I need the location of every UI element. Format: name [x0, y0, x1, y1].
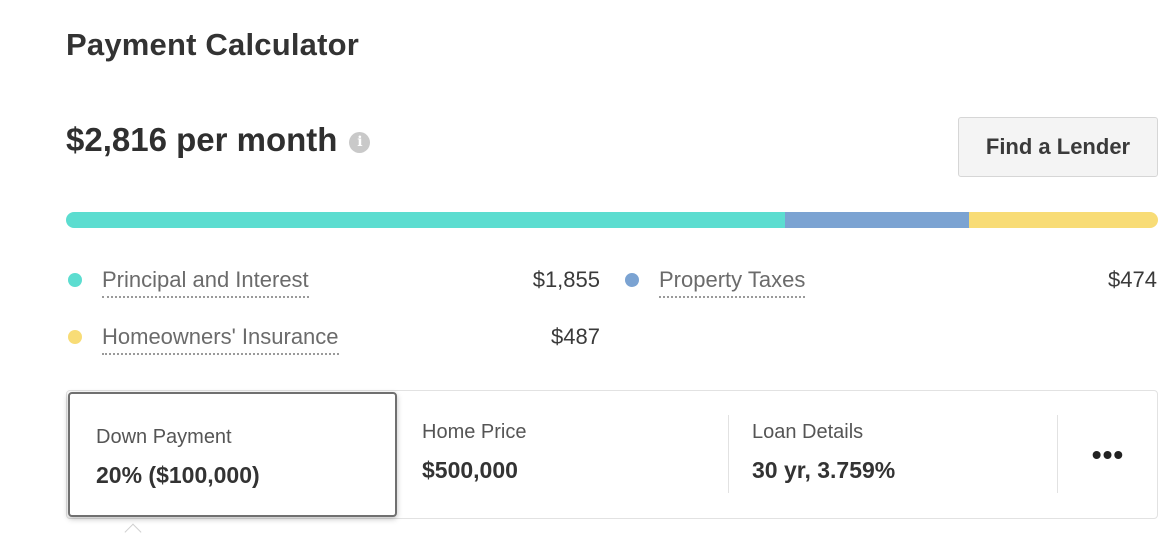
principal-interest-dot — [68, 273, 82, 287]
homeowners-insurance-amount: $487 — [551, 324, 600, 349]
loan-details-value: 30 yr, 3.759% — [752, 457, 896, 483]
monthly-payment-amount: $2,816 per month — [66, 121, 338, 158]
down-payment-value: 20% ($100,000) — [96, 462, 260, 488]
loan-details-card[interactable]: Loan Details 30 yr, 3.759% — [729, 391, 1057, 518]
home-price-label: Home Price — [422, 421, 527, 443]
loan-inputs-panel: Down Payment 20% ($100,000) Home Price $… — [66, 390, 1158, 519]
page-title: Payment Calculator — [66, 27, 360, 62]
find-lender-button[interactable]: Find a Lender — [958, 117, 1158, 177]
active-card-caret — [124, 523, 142, 534]
info-icon[interactable]: i — [349, 131, 371, 153]
down-payment-label: Down Payment — [96, 426, 232, 448]
homeowners-insurance-label[interactable]: Homeowners' Insurance — [102, 324, 339, 355]
loan-details-label: Loan Details — [752, 421, 864, 443]
property-taxes-label[interactable]: Property Taxes — [659, 267, 806, 298]
payment-breakdown-bar — [66, 212, 1158, 228]
bar-segment-property-taxes — [785, 212, 970, 228]
more-options-button[interactable]: ••• — [1058, 391, 1158, 518]
home-price-value: $500,000 — [422, 457, 518, 483]
principal-interest-amount: $1,855 — [532, 267, 600, 292]
bar-segment-homeowners-insurance — [969, 212, 1158, 228]
down-payment-card[interactable]: Down Payment 20% ($100,000) — [68, 392, 397, 517]
property-taxes-amount: $474 — [1108, 267, 1157, 292]
bar-segment-principal-and-interest — [66, 212, 786, 228]
principal-interest-label[interactable]: Principal and Interest — [102, 267, 309, 298]
property-taxes-dot — [625, 273, 639, 287]
home-price-card[interactable]: Home Price $500,000 — [398, 391, 728, 518]
homeowners-insurance-dot — [68, 330, 82, 344]
monthly-payment-summary: $2,816 per month i — [66, 121, 371, 159]
